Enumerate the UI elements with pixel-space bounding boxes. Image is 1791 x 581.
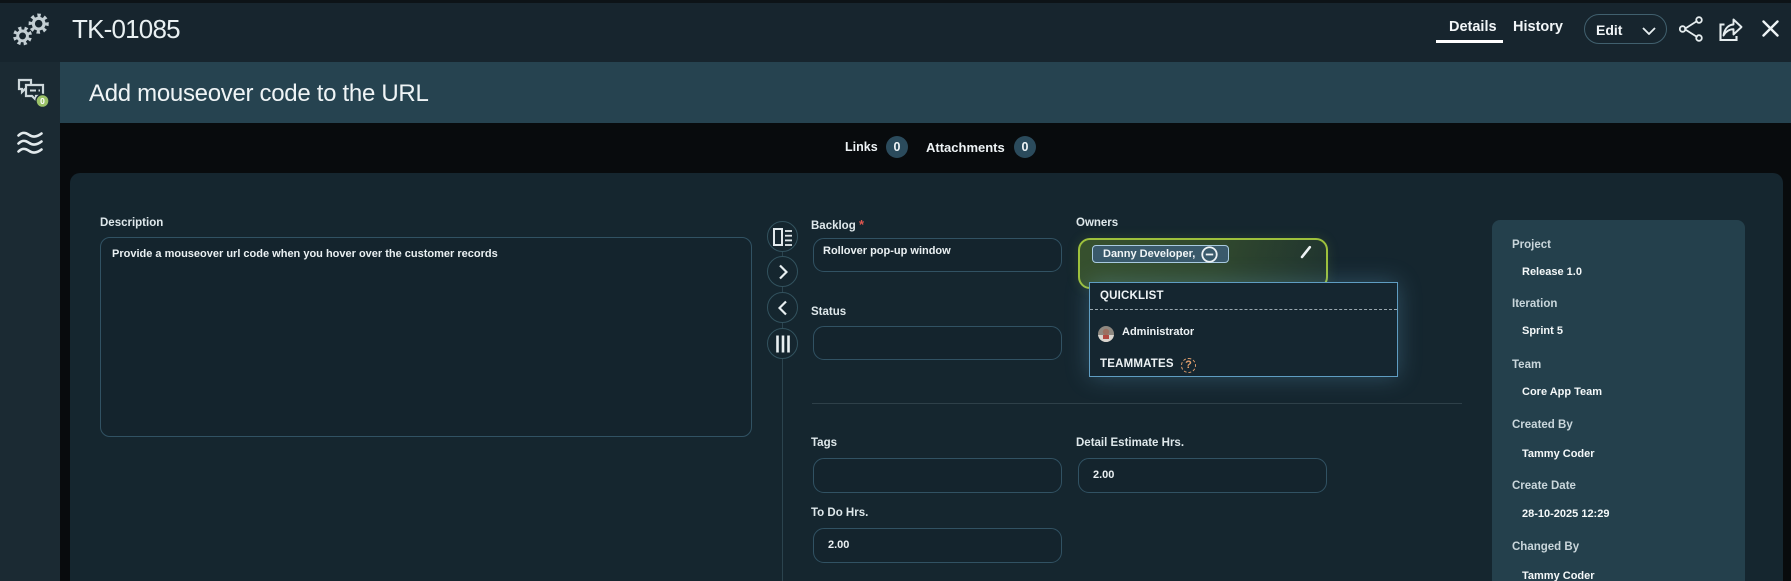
svg-text:0: 0 [40, 96, 45, 106]
